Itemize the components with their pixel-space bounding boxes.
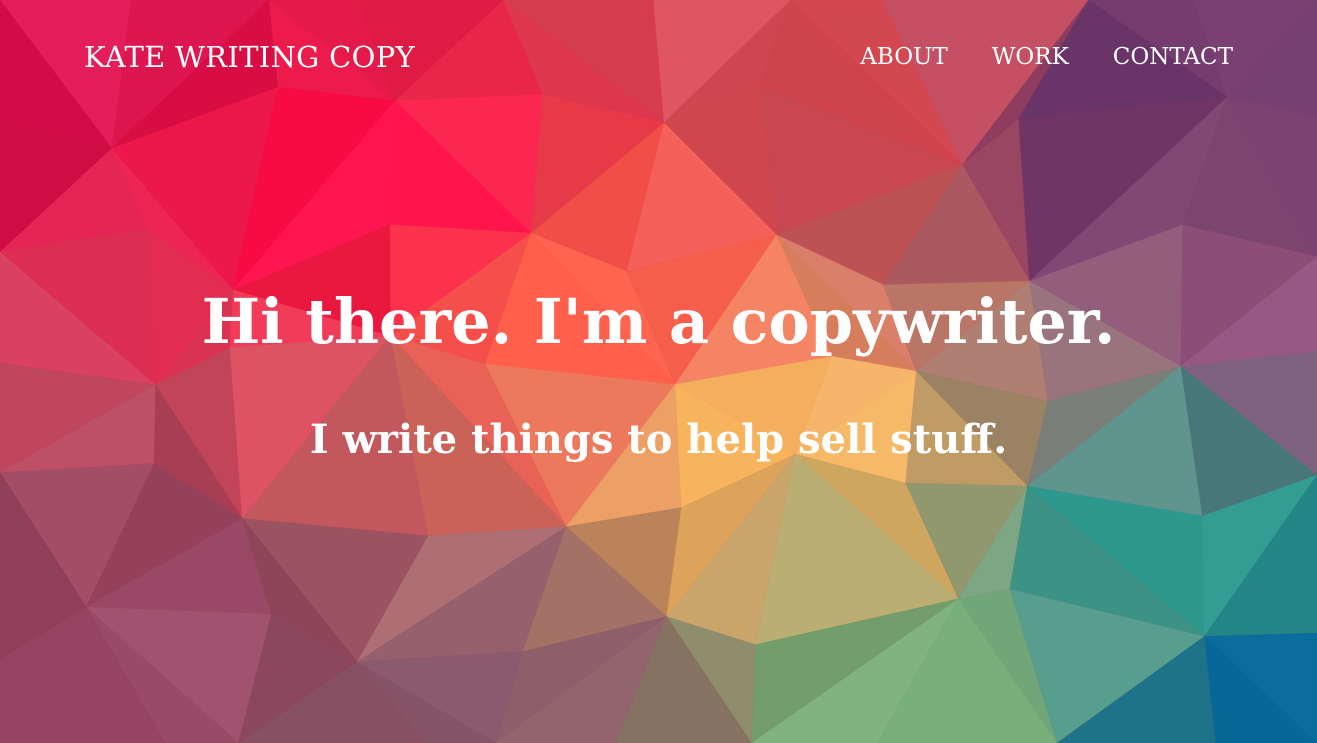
site-header: KATE WRITING COPY ABOUT WORK CONTACT: [0, 0, 1317, 115]
site-brand-logo-link[interactable]: KATE WRITING COPY: [84, 38, 415, 76]
main-nav: ABOUT WORK CONTACT: [860, 40, 1233, 74]
nav-link-about[interactable]: ABOUT: [860, 40, 948, 74]
hero-headline: Hi there. I'm a copywriter.: [201, 285, 1116, 358]
nav-item-about: ABOUT: [860, 40, 948, 74]
hero-section: Hi there. I'm a copywriter. I write thin…: [0, 280, 1317, 466]
nav-item-contact: CONTACT: [1113, 40, 1233, 74]
hero-subheadline: I write things to help sell stuff.: [309, 416, 1008, 463]
nav-link-contact[interactable]: CONTACT: [1113, 40, 1233, 74]
nav-link-work[interactable]: WORK: [992, 40, 1069, 74]
nav-item-work: WORK: [992, 40, 1069, 74]
